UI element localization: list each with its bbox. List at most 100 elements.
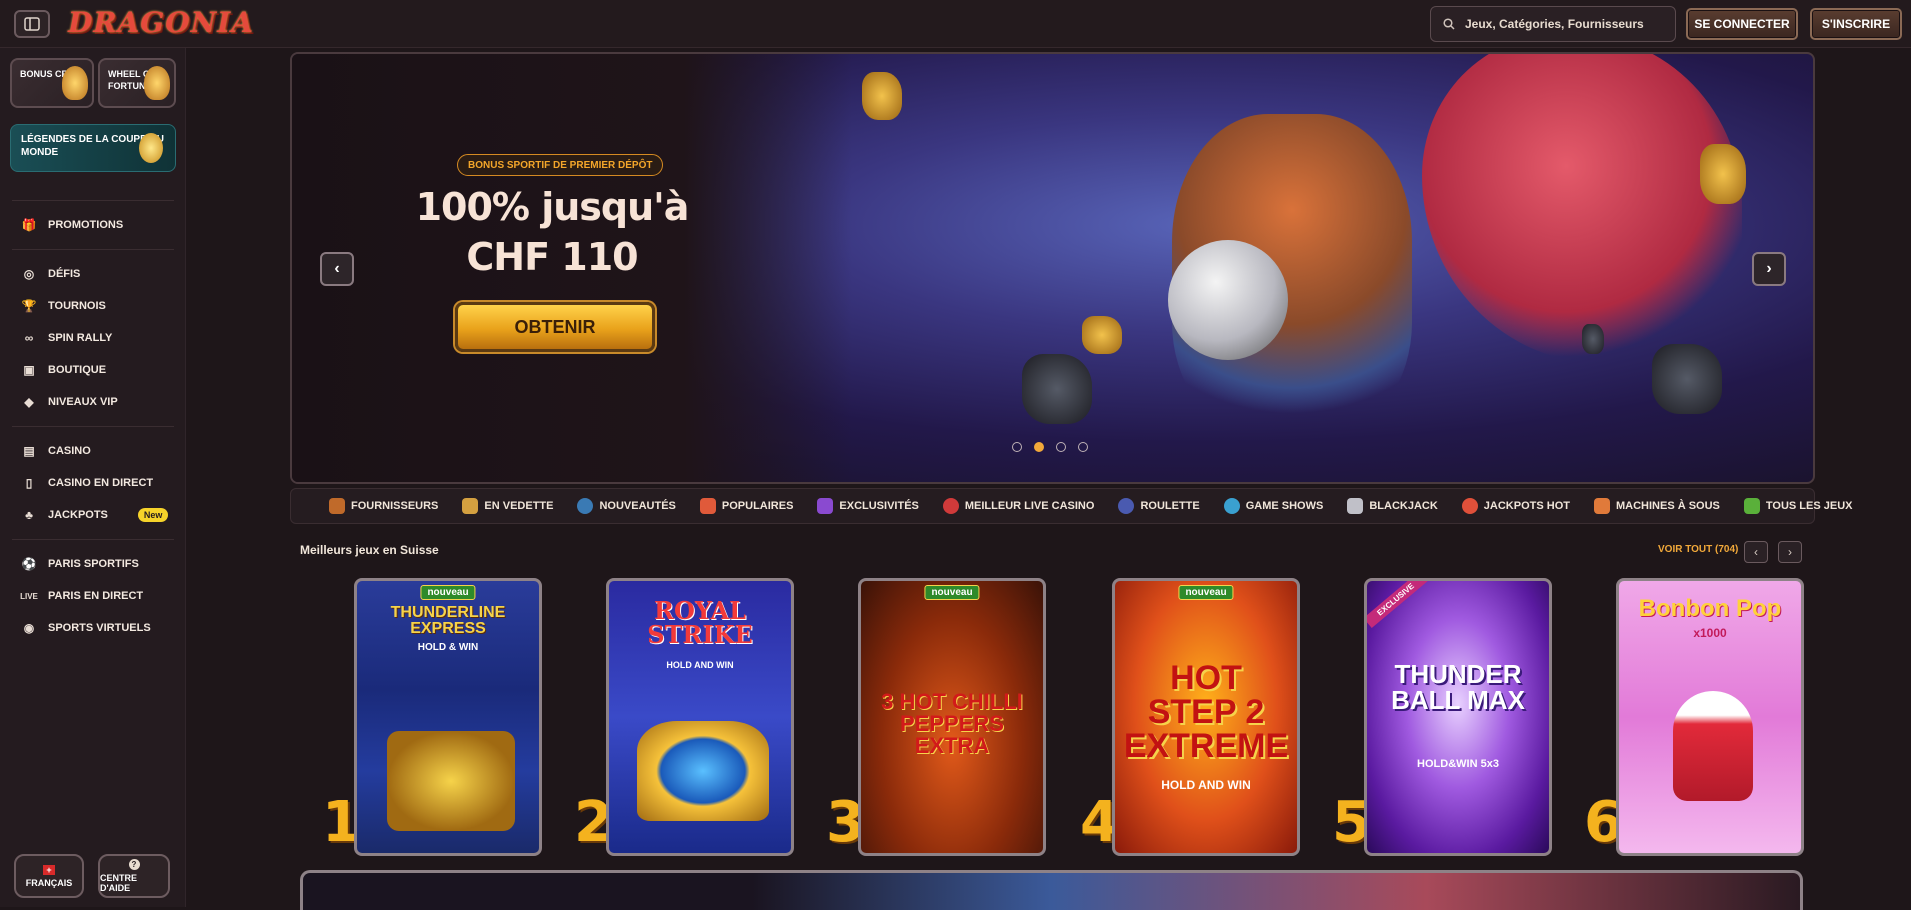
new-tag: nouveau xyxy=(420,585,476,600)
sidebar-item-boutique[interactable]: ▣ BOUTIQUE xyxy=(0,354,186,386)
wheel-icon xyxy=(144,66,170,100)
sidebar-item-label: SPIN RALLY xyxy=(48,332,113,344)
sidebar-item-defis[interactable]: ◎ DÉFIS xyxy=(0,258,186,290)
sidebar-item-label: SPORTS VIRTUELS xyxy=(48,622,151,634)
cards-icon xyxy=(1347,498,1364,514)
games-next-button[interactable]: › xyxy=(1778,541,1802,563)
games-prev-button[interactable]: ‹ xyxy=(1744,541,1768,563)
bonus-crab-tile[interactable]: BONUS CRAB xyxy=(10,58,94,108)
world-cup-legends-banner[interactable]: LÉGENDES DE LA COUPE DU MONDE xyxy=(10,124,176,172)
sidebar-item-label: NIVEAUX VIP xyxy=(48,396,118,408)
category-label: NOUVEAUTÉS xyxy=(599,500,676,512)
sidebar-item-label: TOURNOIS xyxy=(48,300,106,312)
game-card-thunderline-express[interactable]: nouveau THUNDERLINE EXPRESS HOLD & WIN xyxy=(354,578,542,856)
category-meilleur-live-casino[interactable]: MEILLEUR LIVE CASINO xyxy=(942,498,1094,514)
new-badge: New xyxy=(137,508,169,522)
pagination-dot[interactable] xyxy=(1012,442,1022,452)
clover-icon xyxy=(1743,498,1760,514)
login-button[interactable]: SE CONNECTER xyxy=(1686,8,1798,40)
sidebar-nav: 🎁 PROMOTIONS ◎ DÉFIS 🏆 TOURNOIS ∞ SPIN R… xyxy=(0,192,186,644)
category-en-vedette[interactable]: EN VEDETTE xyxy=(462,498,553,514)
sidebar-item-niveaux-vip[interactable]: ◆ NIVEAUX VIP xyxy=(0,386,186,418)
category-game-shows[interactable]: GAME SHOWS xyxy=(1223,498,1323,514)
hero-get-button[interactable]: OBTENIR xyxy=(455,302,655,352)
language-label: FRANÇAIS xyxy=(25,877,73,888)
register-button[interactable]: S'INSCRIRE xyxy=(1810,8,1902,40)
category-machines-a-sous[interactable]: MACHINES À SOUS xyxy=(1593,498,1720,514)
hero-title: 100% jusqu'à CHF 110 xyxy=(415,185,690,279)
new-tag: nouveau xyxy=(924,585,980,600)
slot-machine-icon xyxy=(1593,498,1610,514)
category-jackpots-hot[interactable]: JACKPOTS HOT xyxy=(1461,498,1570,514)
search-input[interactable]: Jeux, Catégories, Fournisseurs xyxy=(1430,6,1676,42)
game-card-hot-step-2-extreme[interactable]: nouveau HOT STEP 2 EXTREME HOLD AND WIN xyxy=(1112,578,1300,856)
hero-prev-button[interactable]: ‹ xyxy=(320,252,354,286)
search-placeholder: Jeux, Catégories, Fournisseurs xyxy=(1465,17,1644,31)
search-icon xyxy=(1443,18,1455,30)
providers-icon xyxy=(329,498,345,514)
sidebar-item-label: JACKPOTS xyxy=(48,509,108,521)
divider xyxy=(12,539,174,540)
help-center-button[interactable]: ? CENTRE D'AIDE xyxy=(98,854,170,898)
sidebar-item-paris-sportifs[interactable]: ⚽ PARIS SPORTIFS xyxy=(0,548,186,580)
category-exclusivites[interactable]: EXCLUSIVITÉS xyxy=(817,498,919,514)
game-title: ROYAL STRIKE xyxy=(647,596,753,649)
pagination-dot[interactable] xyxy=(1056,442,1066,452)
game-card-bonbon-pop[interactable]: Bonbon Pop x1000 xyxy=(1616,578,1804,856)
gift-icon: 🎁 xyxy=(21,218,37,232)
category-blackjack[interactable]: BLACKJACK xyxy=(1347,498,1438,514)
star-icon xyxy=(462,498,479,514)
category-populaires[interactable]: POPULAIRES xyxy=(699,498,793,514)
game-card-royal-strike[interactable]: ROYAL STRIKE HOLD AND WIN xyxy=(606,578,794,856)
wheel-of-fortune-tile[interactable]: WHEEL OF FORTUNE xyxy=(98,58,176,108)
category-label: EXCLUSIVITÉS xyxy=(839,500,919,512)
rally-icon: ∞ xyxy=(24,331,34,345)
language-button[interactable]: + FRANÇAIS xyxy=(14,854,84,898)
hero-pagination xyxy=(1012,442,1088,452)
clover-icon: ♣ xyxy=(25,508,33,522)
logo[interactable]: DRAGONIA xyxy=(68,6,254,39)
chevron-left-icon: ‹ xyxy=(1754,545,1758,559)
football-illustration xyxy=(1168,240,1288,360)
gold-nugget xyxy=(1082,316,1122,354)
sidebar-item-casino-en-direct[interactable]: ▯ CASINO EN DIRECT xyxy=(0,467,186,499)
category-fournisseurs[interactable]: FOURNISSEURS xyxy=(329,498,438,514)
category-nouveautes[interactable]: NOUVEAUTÉS xyxy=(577,498,676,514)
new-tag: nouveau xyxy=(1178,585,1234,600)
gem-icon xyxy=(817,498,834,514)
dark-rock xyxy=(1022,354,1092,424)
view-all-link[interactable]: VOIR TOUT (704) xyxy=(1658,544,1738,555)
slot-icon: ▤ xyxy=(23,444,35,458)
hero-bonus-badge: BONUS SPORTIF DE PREMIER DÉPÔT xyxy=(457,154,664,176)
sidebar-item-casino[interactable]: ▤ CASINO xyxy=(0,435,186,467)
pagination-dot[interactable] xyxy=(1078,442,1088,452)
medal-icon: ◎ xyxy=(23,267,35,281)
hero-next-button[interactable]: › xyxy=(1752,252,1786,286)
live-casino-icon: ▯ xyxy=(25,476,33,490)
dragon-illustration xyxy=(1422,54,1742,364)
dark-rock xyxy=(1582,324,1604,354)
pagination-dot[interactable] xyxy=(1034,442,1044,452)
secondary-banner[interactable] xyxy=(300,870,1803,910)
train-illustration xyxy=(387,731,515,831)
sidebar-item-promotions[interactable]: 🎁 PROMOTIONS xyxy=(0,209,186,241)
diamond-icon: ◆ xyxy=(24,395,34,409)
game-title: THUNDERLINE EXPRESS xyxy=(390,604,506,637)
game-title: HOT STEP 2 EXTREME xyxy=(1123,659,1289,765)
category-roulette[interactable]: ROULETTE xyxy=(1118,498,1200,514)
sidebar-item-spin-rally[interactable]: ∞ SPIN RALLY xyxy=(0,322,186,354)
sidebar-item-jackpots[interactable]: ♣ JACKPOTS New xyxy=(0,499,186,531)
sidebar-item-sports-virtuels[interactable]: ◉ SPORTS VIRTUELS xyxy=(0,612,186,644)
game-card-thunder-ball-max[interactable]: EXCLUSIVE THUNDER BALL MAX HOLD&WIN 5x3 xyxy=(1364,578,1552,856)
divider xyxy=(12,426,174,427)
sidebar-item-paris-en-direct[interactable]: LIVE PARIS EN DIRECT xyxy=(0,580,186,612)
category-tous-les-jeux[interactable]: TOUS LES JEUX xyxy=(1743,498,1853,514)
game-card-3-hot-chilli-peppers[interactable]: nouveau 3 HOT CHILLI PEPPERS EXTRA xyxy=(858,578,1046,856)
trophy-icon: 🏆 xyxy=(21,299,37,313)
dark-rock xyxy=(1652,344,1722,414)
live-icon: LIVE xyxy=(20,591,38,601)
sidebar-item-tournois[interactable]: 🏆 TOURNOIS xyxy=(0,290,186,322)
sidebar-toggle-button[interactable] xyxy=(14,10,50,38)
game-title: Bonbon Pop xyxy=(1638,595,1782,622)
exclusive-tag: EXCLUSIVE xyxy=(1367,581,1428,629)
